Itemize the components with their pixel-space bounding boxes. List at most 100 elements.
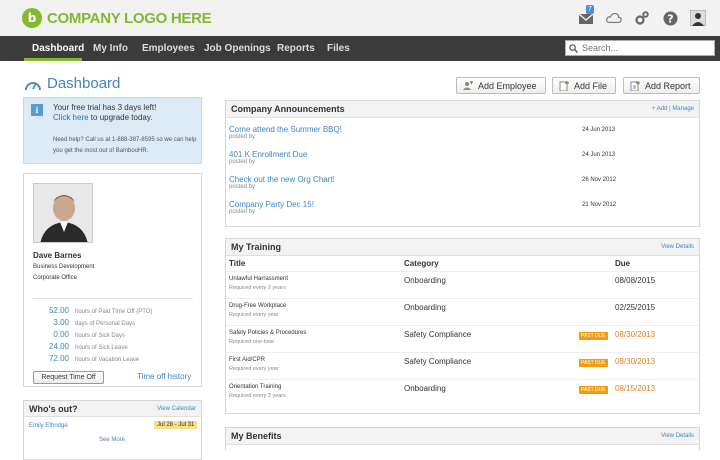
- trial-days-text: Your free trial has 3 days left!: [53, 103, 157, 112]
- training-requirement: Required every 2 years: [229, 285, 286, 291]
- announcement-date: 24 Jun 2013: [582, 127, 616, 133]
- inbox-icon[interactable]: 7: [578, 5, 594, 26]
- training-due-date: 08/15/2013: [615, 384, 656, 393]
- training-requirement: Required every 2 years: [229, 393, 286, 399]
- time-off-row: 52.00 hours of Paid Time Off (PTO): [33, 306, 198, 316]
- nav-job-openings[interactable]: Job Openings: [204, 36, 271, 61]
- benefits-panel: My Benefits View Details: [225, 427, 700, 450]
- announcement-date: 24 Jun 2013: [582, 152, 616, 158]
- active-tab-indicator: [24, 58, 82, 61]
- training-row[interactable]: Safety Policies & Procedures Required on…: [226, 325, 699, 352]
- training-name: First Aid/CPR: [229, 357, 266, 363]
- training-due-date: 02/25/2015: [615, 303, 656, 312]
- time-off-row: 24.00 hours of Sick Leave: [33, 342, 198, 352]
- see-more-link[interactable]: See More: [99, 437, 125, 443]
- profile-photo[interactable]: [33, 183, 93, 243]
- gears-icon[interactable]: [634, 10, 650, 26]
- time-off-value: 52.00: [48, 306, 69, 315]
- training-row[interactable]: Drug-Free Workplace Required every year …: [226, 298, 699, 325]
- add-file-icon: [559, 80, 569, 91]
- nav-my-info[interactable]: My Info: [93, 36, 128, 61]
- add-employee-icon: [463, 80, 473, 91]
- training-row[interactable]: First Aid/CPR Required every year Safety…: [226, 352, 699, 379]
- user-icon[interactable]: [690, 10, 706, 26]
- add-announcement-link[interactable]: + Add: [652, 106, 668, 112]
- training-due-date: 08/08/2015: [615, 276, 656, 285]
- info-icon: i: [31, 104, 43, 116]
- time-off-desc: hours of Vacation Leave: [75, 357, 140, 363]
- time-off-value: 3.00: [53, 318, 69, 327]
- announcement-title[interactable]: Come attend the Summer BBQ!: [229, 125, 689, 134]
- search-input[interactable]: [582, 43, 707, 53]
- announcement-posted-by: posted by: [229, 134, 256, 140]
- training-title: My Training: [231, 242, 282, 252]
- nav-files[interactable]: Files: [327, 36, 350, 61]
- cloud-icon[interactable]: [606, 10, 622, 26]
- employee-department: Business Development: [33, 264, 95, 270]
- nav-reports[interactable]: Reports: [277, 36, 315, 61]
- announcement-title[interactable]: 401 K Enrollment Due: [229, 150, 689, 159]
- time-off-history-link[interactable]: Time off history: [137, 372, 191, 381]
- announcement-title[interactable]: Company Party Dec 15!: [229, 200, 689, 209]
- add-file-button[interactable]: Add File: [552, 77, 616, 94]
- benefits-view-details-link[interactable]: View Details: [661, 433, 694, 439]
- training-row[interactable]: Orientation Training Required every 2 ye…: [226, 379, 699, 406]
- training-category: Onboarding: [404, 276, 446, 285]
- logo-mark-icon: b: [22, 8, 42, 28]
- announcement-item: Come attend the Summer BBQ! posted by 24 J…: [229, 125, 689, 140]
- announcement-title[interactable]: Check out the new Org Chart!: [229, 175, 689, 184]
- time-off-value: 24.00: [48, 342, 69, 351]
- request-time-off-button[interactable]: Request Time Off: [33, 371, 104, 384]
- training-header: My Training View Details: [226, 239, 699, 256]
- view-calendar-link[interactable]: View Calendar: [157, 406, 196, 412]
- training-category: Onboarding: [404, 303, 446, 312]
- training-view-details-link[interactable]: View Details: [661, 244, 694, 250]
- announcement-item: Company Party Dec 15! posted by 21 Nov 201…: [229, 200, 689, 215]
- announcement-item: 401 K Enrollment Due posted by 24 Jun 2013: [229, 150, 689, 165]
- training-name: Safety Policies & Procedures: [229, 330, 307, 336]
- announcements-title: Company Announcements: [231, 104, 345, 114]
- training-requirement: Required one-time: [229, 339, 275, 345]
- inbox-badge: 7: [586, 5, 594, 14]
- svg-text:?: ?: [667, 12, 673, 25]
- help-icon[interactable]: ?: [662, 10, 678, 26]
- add-employee-button[interactable]: Add Employee: [456, 77, 546, 94]
- page-title: Dashboard: [24, 75, 120, 92]
- training-name: Drug-Free Workplace: [229, 303, 287, 309]
- time-off-row: 3.00 days of Personal Days: [33, 318, 198, 328]
- help-text: Need help? Call us at 1-888-387-8595 so …: [53, 137, 197, 154]
- column-header-category: Category: [404, 259, 439, 268]
- benefits-header: My Benefits View Details: [226, 428, 699, 445]
- training-due-date: 08/30/2013: [615, 330, 656, 339]
- search-box[interactable]: [565, 40, 715, 56]
- header-icons: 7 ?: [578, 5, 706, 26]
- announcement-posted-by: posted by: [229, 209, 256, 215]
- add-employee-label: Add Employee: [478, 80, 537, 91]
- employee-name: Dave Barnes: [33, 251, 82, 260]
- time-off-row: 72.00 hours of Vacation Leave: [33, 354, 198, 364]
- divider: [33, 298, 193, 299]
- company-logo[interactable]: b COMPANY LOGO HERE: [22, 8, 212, 28]
- nav-employees[interactable]: Employees: [142, 36, 195, 61]
- trial-notice: i Your free trial has 3 days left! Click…: [23, 97, 202, 164]
- benefits-title: My Benefits: [231, 431, 282, 441]
- announcement-posted-by: posted by: [229, 159, 256, 165]
- time-off-value: 0.00: [53, 330, 69, 339]
- whos-out-person[interactable]: Emily Ethridge: [29, 423, 68, 429]
- column-header-title: Title: [229, 259, 246, 268]
- logo-text: COMPANY LOGO HERE: [47, 9, 212, 27]
- upgrade-text: to upgrade today.: [88, 113, 153, 122]
- training-row[interactable]: Unlawful Harrassment Required every 2 ye…: [226, 271, 699, 298]
- manage-announcements-link[interactable]: Manage: [672, 106, 694, 112]
- announcement-posted-by: posted by: [229, 184, 256, 190]
- profile-card: Dave Barnes Business Development Corpora…: [23, 173, 202, 387]
- time-off-desc: hours of Paid Time Off (PTO): [75, 309, 153, 315]
- upgrade-link[interactable]: Click here: [53, 113, 89, 122]
- past-due-badge: PAST DUE: [579, 332, 608, 340]
- past-due-badge: PAST DUE: [579, 359, 608, 367]
- time-off-value: 72.00: [48, 354, 69, 363]
- whos-out-header: Who's out? View Calendar: [24, 401, 201, 417]
- add-report-button[interactable]: Add Report: [623, 77, 700, 94]
- trial-upgrade-line: Click here to upgrade today.: [53, 113, 152, 122]
- training-requirement: Required every year: [229, 312, 279, 318]
